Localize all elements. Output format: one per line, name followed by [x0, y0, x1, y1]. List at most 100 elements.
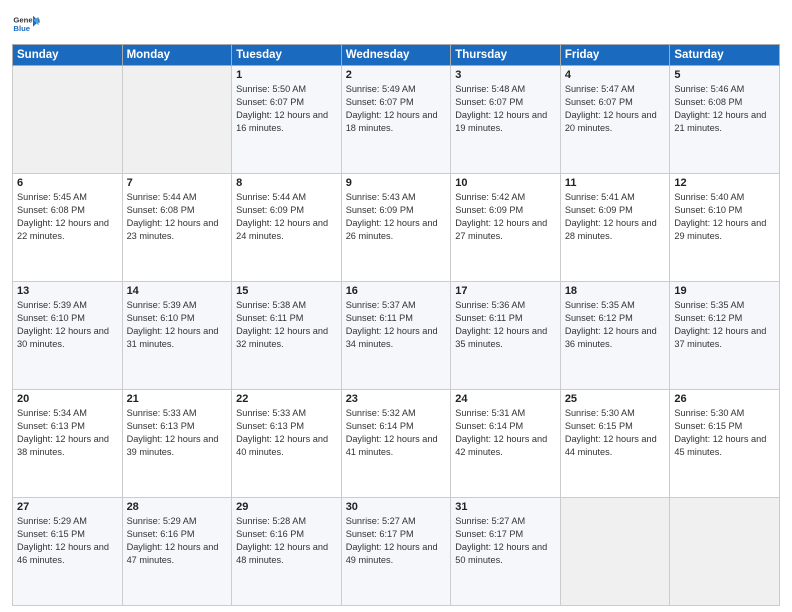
page-container: General Blue SundayMondayTuesdayWednesda… — [0, 0, 792, 612]
svg-text:Blue: Blue — [13, 24, 30, 33]
calendar-cell: 17 Sunrise: 5:36 AM Sunset: 6:11 PM Dayli… — [451, 282, 561, 390]
day-number: 19 — [674, 285, 775, 297]
calendar-cell — [122, 66, 232, 174]
day-info: Sunrise: 5:48 AM Sunset: 6:07 PM Dayligh… — [455, 83, 556, 135]
day-number: 15 — [236, 285, 337, 297]
day-info: Sunrise: 5:44 AM Sunset: 6:09 PM Dayligh… — [236, 191, 337, 243]
day-info: Sunrise: 5:36 AM Sunset: 6:11 PM Dayligh… — [455, 299, 556, 351]
weekday-header-saturday: Saturday — [670, 45, 780, 66]
day-number: 3 — [455, 69, 556, 81]
day-info: Sunrise: 5:46 AM Sunset: 6:08 PM Dayligh… — [674, 83, 775, 135]
weekday-header-tuesday: Tuesday — [232, 45, 342, 66]
day-number: 23 — [346, 393, 447, 405]
day-number: 20 — [17, 393, 118, 405]
day-number: 28 — [127, 501, 228, 513]
calendar-cell: 2 Sunrise: 5:49 AM Sunset: 6:07 PM Daylig… — [341, 66, 451, 174]
calendar-cell: 11Sunrise: 5:41 AM Sunset: 6:09 PM Dayli… — [560, 174, 670, 282]
day-number: 6 — [17, 177, 118, 189]
day-info: Sunrise: 5:28 AM Sunset: 6:16 PM Dayligh… — [236, 515, 337, 567]
calendar-cell: 20 Sunrise: 5:34 AM Sunset: 6:13 PM Dayli… — [13, 390, 123, 498]
calendar-cell: 10 Sunrise: 5:42 AM Sunset: 6:09 PM Dayli… — [451, 174, 561, 282]
day-number: 9 — [346, 177, 447, 189]
day-info: Sunrise: 5:44 AM Sunset: 6:08 PM Dayligh… — [127, 191, 228, 243]
weekday-header-row: SundayMondayTuesdayWednesdayThursdayFrid… — [13, 45, 780, 66]
logo: General Blue — [12, 10, 40, 38]
calendar-cell: 12Sunrise: 5:40 AM Sunset: 6:10 PM Dayli… — [670, 174, 780, 282]
day-number: 18 — [565, 285, 666, 297]
day-info: Sunrise: 5:43 AM Sunset: 6:09 PM Dayligh… — [346, 191, 447, 243]
day-number: 22 — [236, 393, 337, 405]
day-info: Sunrise: 5:33 AM Sunset: 6:13 PM Dayligh… — [236, 407, 337, 459]
calendar-cell: 24 Sunrise: 5:31 AM Sunset: 6:14 PM Dayli… — [451, 390, 561, 498]
day-info: Sunrise: 5:27 AM Sunset: 6:17 PM Dayligh… — [346, 515, 447, 567]
calendar-cell: 7 Sunrise: 5:44 AM Sunset: 6:08 PM Daylig… — [122, 174, 232, 282]
day-number: 2 — [346, 69, 447, 81]
day-info: Sunrise: 5:39 AM Sunset: 6:10 PM Dayligh… — [17, 299, 118, 351]
day-info: Sunrise: 5:39 AM Sunset: 6:10 PM Dayligh… — [127, 299, 228, 351]
calendar-cell: 14 Sunrise: 5:39 AM Sunset: 6:10 PM Dayli… — [122, 282, 232, 390]
day-info: Sunrise: 5:33 AM Sunset: 6:13 PM Dayligh… — [127, 407, 228, 459]
day-info: Sunrise: 5:35 AM Sunset: 6:12 PM Dayligh… — [674, 299, 775, 351]
day-info: Sunrise: 5:34 AM Sunset: 6:13 PM Dayligh… — [17, 407, 118, 459]
day-number: 27 — [17, 501, 118, 513]
day-info: Sunrise: 5:42 AM Sunset: 6:09 PM Dayligh… — [455, 191, 556, 243]
day-number: 30 — [346, 501, 447, 513]
calendar-cell — [670, 498, 780, 606]
logo-icon: General Blue — [12, 10, 40, 38]
day-info: Sunrise: 5:30 AM Sunset: 6:15 PM Dayligh… — [674, 407, 775, 459]
calendar-cell: 29Sunrise: 5:28 AM Sunset: 6:16 PM Dayli… — [232, 498, 342, 606]
calendar-cell: 5 Sunrise: 5:46 AM Sunset: 6:08 PM Daylig… — [670, 66, 780, 174]
calendar-cell: 13 Sunrise: 5:39 AM Sunset: 6:10 PM Dayli… — [13, 282, 123, 390]
day-info: Sunrise: 5:40 AM Sunset: 6:10 PM Dayligh… — [674, 191, 775, 243]
day-info: Sunrise: 5:47 AM Sunset: 6:07 PM Dayligh… — [565, 83, 666, 135]
day-info: Sunrise: 5:30 AM Sunset: 6:15 PM Dayligh… — [565, 407, 666, 459]
calendar-cell: 19 Sunrise: 5:35 AM Sunset: 6:12 PM Dayli… — [670, 282, 780, 390]
calendar-week-2: 6Sunrise: 5:45 AM Sunset: 6:08 PM Daylig… — [13, 174, 780, 282]
day-number: 13 — [17, 285, 118, 297]
calendar-cell: 3 Sunrise: 5:48 AM Sunset: 6:07 PM Daylig… — [451, 66, 561, 174]
calendar-cell — [560, 498, 670, 606]
day-number: 24 — [455, 393, 556, 405]
calendar-cell: 31 Sunrise: 5:27 AM Sunset: 6:17 PM Dayli… — [451, 498, 561, 606]
day-number: 17 — [455, 285, 556, 297]
calendar-cell: 21Sunrise: 5:33 AM Sunset: 6:13 PM Dayli… — [122, 390, 232, 498]
weekday-header-wednesday: Wednesday — [341, 45, 451, 66]
calendar-cell — [13, 66, 123, 174]
day-info: Sunrise: 5:31 AM Sunset: 6:14 PM Dayligh… — [455, 407, 556, 459]
calendar-cell: 6Sunrise: 5:45 AM Sunset: 6:08 PM Daylig… — [13, 174, 123, 282]
calendar-cell: 25 Sunrise: 5:30 AM Sunset: 6:15 PM Dayli… — [560, 390, 670, 498]
day-number: 7 — [127, 177, 228, 189]
day-info: Sunrise: 5:38 AM Sunset: 6:11 PM Dayligh… — [236, 299, 337, 351]
day-info: Sunrise: 5:49 AM Sunset: 6:07 PM Dayligh… — [346, 83, 447, 135]
calendar-cell: 8 Sunrise: 5:44 AM Sunset: 6:09 PM Daylig… — [232, 174, 342, 282]
calendar-cell: 15 Sunrise: 5:38 AM Sunset: 6:11 PM Dayli… — [232, 282, 342, 390]
calendar-cell: 30 Sunrise: 5:27 AM Sunset: 6:17 PM Dayli… — [341, 498, 451, 606]
weekday-header-friday: Friday — [560, 45, 670, 66]
day-number: 1 — [236, 69, 337, 81]
day-number: 31 — [455, 501, 556, 513]
day-number: 25 — [565, 393, 666, 405]
calendar-cell: 4Sunrise: 5:47 AM Sunset: 6:07 PM Daylig… — [560, 66, 670, 174]
calendar-week-5: 27Sunrise: 5:29 AM Sunset: 6:15 PM Dayli… — [13, 498, 780, 606]
day-info: Sunrise: 5:35 AM Sunset: 6:12 PM Dayligh… — [565, 299, 666, 351]
calendar-cell: 23Sunrise: 5:32 AM Sunset: 6:14 PM Dayli… — [341, 390, 451, 498]
day-number: 14 — [127, 285, 228, 297]
day-info: Sunrise: 5:29 AM Sunset: 6:16 PM Dayligh… — [127, 515, 228, 567]
weekday-header-thursday: Thursday — [451, 45, 561, 66]
calendar-week-4: 20 Sunrise: 5:34 AM Sunset: 6:13 PM Dayli… — [13, 390, 780, 498]
day-number: 10 — [455, 177, 556, 189]
day-number: 5 — [674, 69, 775, 81]
weekday-header-sunday: Sunday — [13, 45, 123, 66]
day-number: 26 — [674, 393, 775, 405]
calendar-cell: 1 Sunrise: 5:50 AM Sunset: 6:07 PM Daylig… — [232, 66, 342, 174]
calendar-table: SundayMondayTuesdayWednesdayThursdayFrid… — [12, 44, 780, 606]
day-number: 16 — [346, 285, 447, 297]
calendar-cell: 16Sunrise: 5:37 AM Sunset: 6:11 PM Dayli… — [341, 282, 451, 390]
day-number: 8 — [236, 177, 337, 189]
calendar-cell: 27Sunrise: 5:29 AM Sunset: 6:15 PM Dayli… — [13, 498, 123, 606]
page-header: General Blue — [12, 10, 780, 38]
calendar-week-3: 13 Sunrise: 5:39 AM Sunset: 6:10 PM Dayli… — [13, 282, 780, 390]
day-info: Sunrise: 5:50 AM Sunset: 6:07 PM Dayligh… — [236, 83, 337, 135]
calendar-cell: 9 Sunrise: 5:43 AM Sunset: 6:09 PM Daylig… — [341, 174, 451, 282]
day-info: Sunrise: 5:27 AM Sunset: 6:17 PM Dayligh… — [455, 515, 556, 567]
